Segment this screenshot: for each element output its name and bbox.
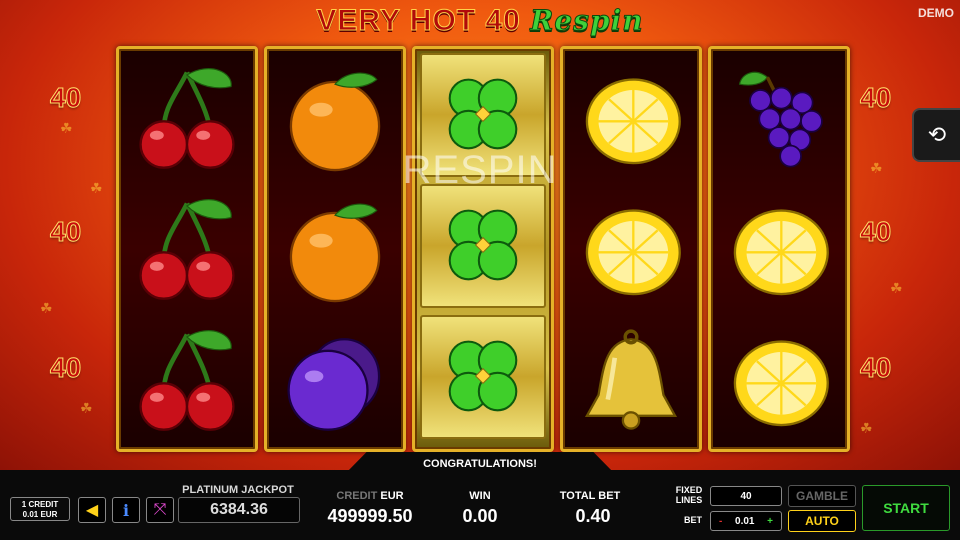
denomination-credit-label: 1 CREDIT [21, 500, 59, 509]
credit-label-text: CREDIT [336, 490, 378, 502]
info-icon: i [122, 500, 130, 520]
symbol-bell [563, 315, 699, 446]
win-value: 0.00 [462, 506, 498, 526]
info-button[interactable]: i [112, 497, 140, 523]
symbol-plum [267, 315, 403, 446]
speaker-icon: ◀ [85, 502, 99, 519]
credit-label: CREDIT EUR [320, 490, 420, 502]
bet-stepper: - 0.01 + [710, 511, 782, 531]
clover-decoration-icon: ☘ [80, 400, 93, 416]
game-title-accent: Respin [530, 4, 644, 38]
lines-marker-left-bottom: 40 [49, 352, 82, 384]
start-button[interactable]: START [862, 485, 950, 531]
fullscreen-icon: ⤧ [153, 501, 167, 518]
credit-currency: EUR [380, 490, 404, 502]
total-bet-value: 0.40 [575, 506, 611, 526]
lines-marker-right-bottom: 40 [859, 352, 892, 384]
reel-5 [708, 46, 850, 452]
auto-button[interactable]: AUTO [788, 510, 856, 532]
symbol-clover [420, 315, 546, 439]
bet-value: 0.01 [735, 515, 755, 527]
game-title: VERY HOT 40 Respin [0, 4, 960, 38]
lines-marker-left-middle: 40 [49, 216, 82, 248]
lines-marker-right-middle: 40 [859, 216, 892, 248]
total-bet-label: TOTAL BET [559, 490, 621, 502]
symbol-cherry [119, 315, 255, 446]
symbol-orange [267, 184, 403, 315]
game-title-main: VERY HOT 40 [316, 4, 521, 38]
lines-marker-right-top: 40 [859, 82, 892, 114]
bet-label: BET [684, 515, 702, 525]
gamble-button[interactable]: GAMBLE [788, 485, 856, 507]
fixed-lines-value: 40 [710, 486, 782, 506]
jackpot-label: PLATINUM JACKPOT [182, 484, 294, 496]
game-stage: ☘ ☘ ☘ ☘ ☘ ☘ ☘ VERY HOT 40 Respin DEMO 40… [0, 0, 960, 470]
respin-overlay: RESPIN [402, 148, 558, 192]
history-icon: ⟲ [927, 122, 947, 147]
win-label: WIN [469, 490, 491, 502]
clover-decoration-icon: ☘ [860, 420, 873, 436]
clover-decoration-icon: ☘ [40, 300, 53, 316]
reel-2 [264, 46, 406, 452]
bet-increase-button[interactable]: + [767, 516, 773, 527]
win-message: CONGRATULATIONS! [423, 458, 537, 470]
symbol-lemon [711, 184, 847, 315]
clover-decoration-icon: ☘ [60, 120, 73, 136]
fixed-lines-label: FIXED LINES [675, 485, 703, 505]
fullscreen-button[interactable]: ⤧ [146, 497, 174, 523]
bet-decrease-button[interactable]: - [719, 516, 722, 527]
credit-value: 499999.50 [327, 506, 413, 526]
symbol-cherry [119, 184, 255, 315]
demo-badge: DEMO [918, 6, 954, 20]
lines-marker-left-top: 40 [49, 82, 82, 114]
symbol-clover [420, 184, 546, 308]
symbol-lemon [563, 184, 699, 315]
denomination-selector[interactable]: 1 CREDIT 0.01 EUR [10, 497, 70, 521]
reel-1 [116, 46, 258, 452]
sound-button[interactable]: ◀ [78, 497, 106, 523]
reel-4 [560, 46, 702, 452]
reel-3 [412, 46, 554, 452]
denomination-amount: 0.01 EUR [22, 510, 58, 519]
clover-decoration-icon: ☘ [890, 280, 903, 296]
symbol-lemon [711, 315, 847, 446]
jackpot-value: 6384.36 [178, 497, 300, 523]
